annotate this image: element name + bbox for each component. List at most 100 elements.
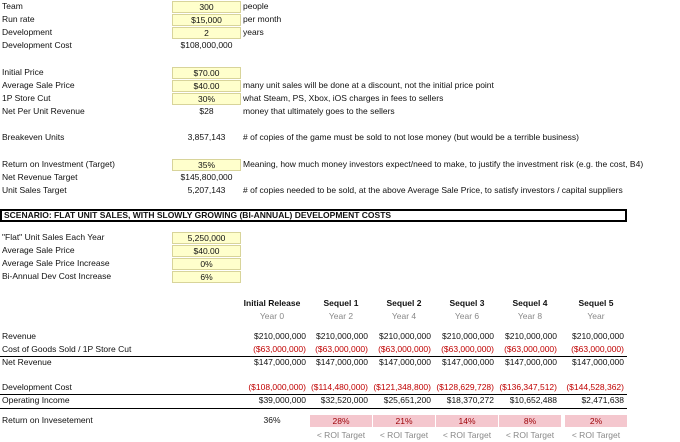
label-price-increase: Average Sale Price Increase (2, 258, 110, 268)
label-net-per-unit: Net Per Unit Revenue (2, 106, 85, 116)
dev-cost-cell[interactable]: ($128,629,728) (432, 381, 494, 394)
net-revenue-cell[interactable]: $147,000,000 (432, 356, 494, 369)
row-label-operating-income: Operating Income (2, 395, 70, 405)
scenario-header: SCENARIO: FLAT UNIT SALES, WITH SLOWLY G… (0, 209, 627, 222)
roi-cell-below-target[interactable]: 14% (436, 415, 498, 427)
note-run-rate: per month (243, 14, 282, 24)
col-year-4: Year 4 (391, 311, 417, 321)
development-cost-value[interactable]: $108,000,000 (172, 39, 241, 52)
initial-price-cell[interactable]: $70.00 (172, 67, 241, 79)
note-team: people (243, 1, 269, 11)
roi-target-note: < ROI Target (571, 430, 621, 440)
cogs-cell[interactable]: ($63,000,000) (369, 343, 431, 356)
roi-cell-below-target[interactable]: 21% (373, 415, 435, 427)
label-development: Development (2, 27, 53, 37)
net-revenue-cell[interactable]: $147,000,000 (562, 356, 624, 369)
col-year-6: Year 6 (454, 311, 480, 321)
flat-unit-sales-cell[interactable]: 5,250,000 (172, 232, 241, 244)
cogs-cell[interactable]: ($63,000,000) (562, 343, 624, 356)
operating-income-cell[interactable]: $25,651,200 (369, 394, 431, 407)
revenue-cell[interactable]: $210,000,000 (495, 330, 557, 343)
operating-income-cell[interactable]: $18,370,272 (432, 394, 494, 407)
label-dev-cost-increase: Bi-Annual Dev Cost Increase (2, 271, 112, 281)
row-label-roi: Return on Invesetement (2, 415, 93, 425)
cogs-cell[interactable]: ($63,000,000) (432, 343, 494, 356)
label-net-revenue-target: Net Revenue Target (2, 172, 78, 182)
revenue-cell[interactable]: $210,000,000 (369, 330, 431, 343)
breakeven-units-value[interactable]: 3,857,143 (172, 131, 241, 144)
dev-cost-cell[interactable]: ($108,000,000) (244, 381, 306, 394)
row-label-cogs: Cost of Goods Sold / 1P Store Cut (2, 344, 132, 354)
cogs-cell[interactable]: ($63,000,000) (244, 343, 306, 356)
dev-cost-cell[interactable]: ($136,347,512) (495, 381, 557, 394)
cogs-cell[interactable]: ($63,000,000) (306, 343, 368, 356)
col-header-sequel-4: Sequel 4 (512, 298, 548, 308)
roi-value-initial[interactable]: 36% (241, 414, 303, 427)
row-label-dev-cost: Development Cost (2, 382, 72, 392)
note-breakeven-units: # of copies of the game must be sold to … (243, 132, 579, 142)
net-revenue-cell[interactable]: $147,000,000 (244, 356, 306, 369)
cogs-cell[interactable]: ($63,000,000) (495, 343, 557, 356)
roi-target-note: < ROI Target (316, 430, 366, 440)
roi-cell-below-target[interactable]: 2% (565, 415, 627, 427)
label-store-cut: 1P Store Cut (2, 93, 51, 103)
dev-cost-cell[interactable]: ($121,348,800) (369, 381, 431, 394)
note-development: years (243, 27, 264, 37)
label-breakeven-units: Breakeven Units (2, 132, 65, 142)
col-header-initial-release: Initial Release (243, 298, 301, 308)
scenario-avg-price-cell[interactable]: $40.00 (172, 245, 241, 257)
dev-cost-increase-cell[interactable]: 6% (172, 271, 241, 283)
note-net-per-unit: money that ultimately goes to the seller… (243, 106, 395, 116)
label-average-sale-price: Average Sale Price (2, 80, 75, 90)
note-unit-sales-target: # of copies needed to be sold, at the ab… (243, 185, 623, 195)
col-year-8: Year 8 (517, 311, 543, 321)
store-cut-cell[interactable]: 30% (172, 93, 241, 105)
col-header-sequel-5: Sequel 5 (578, 298, 614, 308)
roi-target-note: < ROI Target (505, 430, 555, 440)
label-roi-target: Return on Investment (Target) (2, 159, 115, 169)
operating-income-cell[interactable]: $32,520,000 (306, 394, 368, 407)
net-revenue-target-value[interactable]: $145,800,000 (172, 171, 241, 184)
team-cell[interactable]: 300 (172, 1, 241, 13)
roi-cell-below-target[interactable]: 8% (499, 415, 561, 427)
roi-target-note: < ROI Target (442, 430, 492, 440)
roi-target-cell[interactable]: 35% (172, 159, 241, 171)
note-average-sale-price: many unit sales will be done at a discou… (243, 80, 494, 90)
operating-income-cell[interactable]: $2,471,638 (562, 394, 624, 407)
label-flat-unit-sales: "Flat" Unit Sales Each Year (2, 232, 105, 242)
col-header-sequel-3: Sequel 3 (449, 298, 485, 308)
operating-income-cell[interactable]: $10,652,488 (495, 394, 557, 407)
label-development-cost: Development Cost (2, 40, 72, 50)
note-roi-target: Meaning, how much money investors expect… (243, 159, 644, 169)
label-scenario-avg-price: Average Sale Price (2, 245, 75, 255)
net-revenue-cell[interactable]: $147,000,000 (369, 356, 431, 369)
revenue-cell[interactable]: $210,000,000 (244, 330, 306, 343)
net-revenue-cell[interactable]: $147,000,000 (495, 356, 557, 369)
note-store-cut: what Steam, PS, Xbox, iOS charges in fee… (243, 93, 444, 103)
label-unit-sales-target: Unit Sales Target (2, 185, 67, 195)
label-run-rate: Run rate (2, 14, 35, 24)
row-label-revenue: Revenue (2, 331, 37, 341)
col-year-2: Year 2 (328, 311, 354, 321)
dev-cost-cell[interactable]: ($144,528,362) (562, 381, 624, 394)
average-sale-price-cell[interactable]: $40.00 (172, 80, 241, 92)
revenue-cell[interactable]: $210,000,000 (306, 330, 368, 343)
col-year-0: Year 0 (259, 311, 285, 321)
run-rate-cell[interactable]: $15,000 (172, 14, 241, 26)
revenue-cell[interactable]: $210,000,000 (562, 330, 624, 343)
development-cell[interactable]: 2 (172, 27, 241, 39)
price-increase-cell[interactable]: 0% (172, 258, 241, 270)
dev-cost-cell[interactable]: ($114,480,000) (306, 381, 368, 394)
col-year-last: Year (587, 311, 605, 321)
roi-cell-below-target[interactable]: 28% (310, 415, 372, 427)
net-per-unit-value[interactable]: $28 (172, 105, 241, 118)
row-label-net-revenue: Net Revenue (2, 357, 52, 367)
label-initial-price: Initial Price (2, 67, 44, 77)
operating-income-cell[interactable]: $39,000,000 (244, 394, 306, 407)
roi-target-note: < ROI Target (379, 430, 429, 440)
revenue-cell[interactable]: $210,000,000 (432, 330, 494, 343)
label-team: Team (2, 1, 23, 11)
net-revenue-cell[interactable]: $147,000,000 (306, 356, 368, 369)
unit-sales-target-value[interactable]: 5,207,143 (172, 184, 241, 197)
col-header-sequel-2: Sequel 2 (386, 298, 422, 308)
